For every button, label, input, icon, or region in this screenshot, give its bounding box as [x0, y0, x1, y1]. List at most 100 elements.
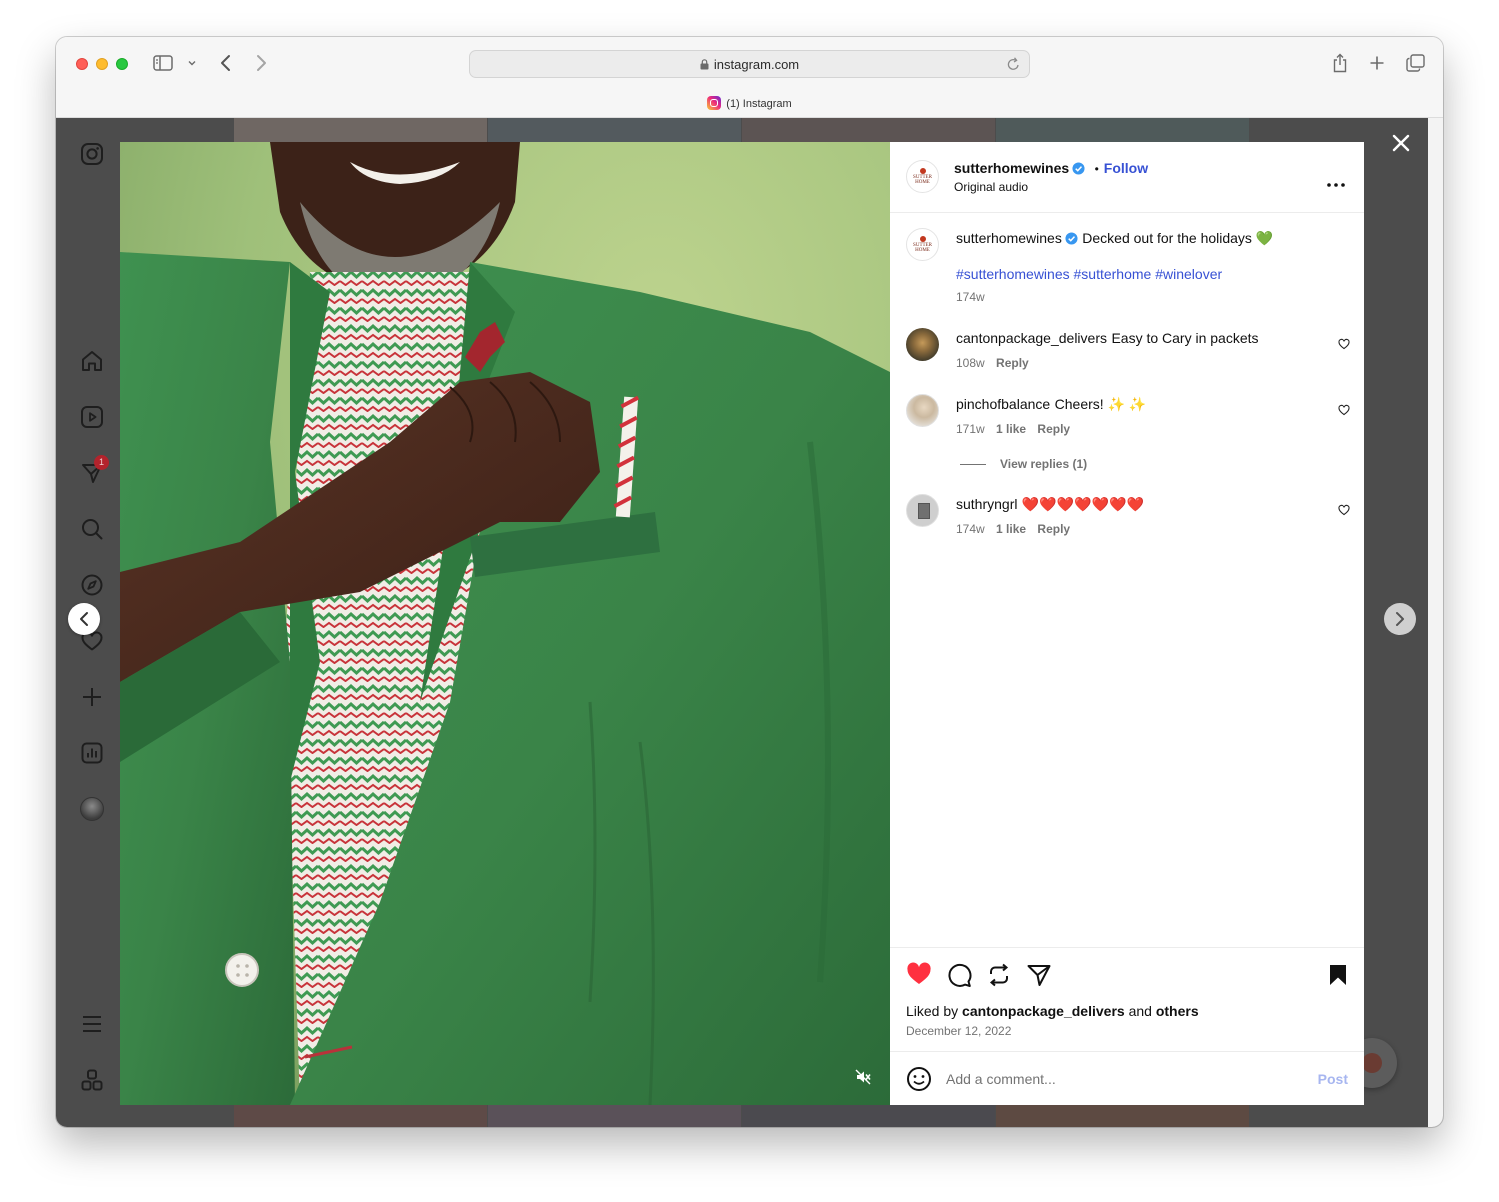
caption: sutterhomewines Decked out for the holid…: [956, 230, 1346, 248]
audio-label[interactable]: Original audio: [954, 180, 1028, 194]
create-icon[interactable]: [78, 683, 106, 711]
background-tile: [742, 118, 995, 142]
liked-by-others[interactable]: others: [1156, 1003, 1199, 1019]
close-modal-icon[interactable]: [1392, 134, 1410, 152]
comment-timestamp[interactable]: 108w: [956, 356, 985, 370]
comment-like-icon[interactable]: [1338, 404, 1350, 416]
verified-badge-icon: [1072, 162, 1085, 175]
reels-icon[interactable]: [78, 403, 106, 431]
post-actions: Liked by cantonpackage_delivers and othe…: [890, 947, 1364, 1052]
comment-timestamp[interactable]: 171w: [956, 422, 985, 436]
home-icon[interactable]: [78, 347, 106, 375]
caption-hashtags[interactable]: #sutterhomewines #sutterhome #winelover: [956, 266, 1222, 282]
reply-button[interactable]: Reply: [1037, 522, 1070, 536]
save-bookmark-icon[interactable]: [1328, 963, 1348, 987]
search-icon[interactable]: [78, 515, 106, 543]
commenter-avatar[interactable]: [906, 494, 939, 527]
view-replies-button[interactable]: View replies (1): [1000, 457, 1087, 471]
tab-overview-icon[interactable]: [1404, 53, 1426, 73]
insights-icon[interactable]: [78, 739, 106, 767]
comment-likes-count[interactable]: 1 like: [996, 522, 1026, 536]
profile-avatar[interactable]: [78, 795, 106, 823]
new-tab-icon[interactable]: [1367, 53, 1387, 73]
post-photo: [120, 142, 890, 1105]
messages-avatar: [1362, 1053, 1382, 1073]
chevron-left-icon: [80, 612, 88, 626]
background-tile: [234, 1105, 487, 1127]
forward-icon[interactable]: [251, 53, 271, 73]
separator-dot: •: [1094, 162, 1099, 176]
instagram-logo-icon[interactable]: [78, 140, 106, 168]
more-options-icon[interactable]: [1326, 175, 1346, 187]
chevron-right-icon: [1396, 612, 1404, 626]
comment-likes-count[interactable]: 1 like: [996, 422, 1026, 436]
instagram-favicon-icon: [707, 96, 722, 110]
chevron-down-icon[interactable]: [186, 57, 198, 69]
share-icon[interactable]: [1330, 52, 1350, 74]
comment-username[interactable]: pinchofbalance: [956, 396, 1050, 412]
post-comment-button[interactable]: Post: [1318, 1071, 1348, 1087]
follow-button[interactable]: Follow: [1104, 160, 1148, 176]
background-tile: [996, 1105, 1249, 1127]
mute-icon[interactable]: [854, 1068, 874, 1088]
menu-icon[interactable]: [78, 1010, 106, 1038]
reply-button[interactable]: Reply: [1037, 422, 1070, 436]
post-date[interactable]: December 12, 2022: [906, 1024, 1011, 1038]
like-filled-icon[interactable]: [906, 962, 932, 986]
liked-by-user[interactable]: cantonpackage_delivers: [962, 1003, 1125, 1019]
comment-icon[interactable]: [946, 962, 972, 988]
liked-by-prefix: Liked by: [906, 1003, 959, 1019]
logo-mark-icon: [919, 168, 926, 174]
browser-toolbar: instagram.com (1) Instagram: [56, 37, 1443, 118]
post-header: SUTTER HOME sutterhomewines • Follow Orig…: [890, 142, 1364, 213]
zoom-window-button[interactable]: [116, 58, 128, 70]
comment-text: ❤️❤️❤️❤️❤️❤️❤️: [1021, 496, 1144, 512]
comment-like-icon[interactable]: [1338, 338, 1350, 350]
emoji-icon[interactable]: [906, 1066, 932, 1092]
post-media[interactable]: [120, 142, 890, 1105]
background-tile: [488, 1105, 741, 1127]
account-avatar[interactable]: SUTTER HOME: [906, 160, 939, 193]
tab-title-text: (1) Instagram: [726, 98, 792, 110]
comment-like-icon[interactable]: [1338, 504, 1350, 516]
post-details-panel: SUTTER HOME sutterhomewines • Follow Orig…: [890, 142, 1364, 1105]
caption-timestamp[interactable]: 174w: [956, 290, 985, 304]
comment-username[interactable]: suthryngrl: [956, 496, 1017, 512]
scrollbar[interactable]: [1428, 118, 1443, 1127]
caption-text: Decked out for the holidays 💚: [1082, 230, 1274, 246]
caption-avatar[interactable]: SUTTER HOME: [906, 228, 939, 261]
caption-username[interactable]: sutterhomewines: [956, 230, 1062, 246]
close-window-button[interactable]: [76, 58, 88, 70]
comment-input[interactable]: Add a comment...: [946, 1071, 1056, 1087]
explore-icon[interactable]: [78, 571, 106, 599]
commenter-avatar[interactable]: [906, 328, 939, 361]
share-post-icon[interactable]: [1026, 962, 1052, 988]
comment-timestamp[interactable]: 174w: [956, 522, 985, 536]
comment-text: Easy to Cary in packets: [1111, 330, 1259, 346]
apps-icon[interactable]: [78, 1066, 106, 1094]
lock-icon: [700, 59, 709, 70]
back-icon[interactable]: [216, 53, 236, 73]
comment-username[interactable]: cantonpackage_delivers: [956, 330, 1107, 346]
commenter-avatar[interactable]: [906, 394, 939, 427]
previous-post-button[interactable]: [68, 603, 100, 635]
background-tile: [488, 118, 741, 142]
reply-button[interactable]: Reply: [996, 356, 1029, 370]
add-comment-bar: Add a comment... Post: [890, 1051, 1364, 1105]
url-field[interactable]: instagram.com: [470, 57, 1029, 72]
repost-icon[interactable]: [986, 962, 1012, 988]
liked-by: Liked by cantonpackage_delivers and othe…: [906, 1003, 1199, 1019]
next-post-button[interactable]: [1384, 603, 1416, 635]
sidebar-toggle-icon[interactable]: [152, 54, 174, 72]
messages-icon[interactable]: 1: [78, 455, 109, 487]
address-bar[interactable]: instagram.com: [469, 50, 1030, 78]
logo-text: SUTTER HOME: [913, 243, 932, 253]
post-username[interactable]: sutterhomewines: [954, 160, 1069, 176]
tab-instagram[interactable]: (1) Instagram: [56, 96, 1443, 110]
minimize-window-button[interactable]: [96, 58, 108, 70]
reload-icon[interactable]: [1005, 56, 1021, 72]
verified-badge-icon: [1065, 232, 1078, 245]
comment-text: Cheers! ✨ ✨: [1054, 396, 1147, 412]
notifications-badge: 1: [94, 455, 109, 470]
liked-by-and: and: [1128, 1003, 1152, 1019]
